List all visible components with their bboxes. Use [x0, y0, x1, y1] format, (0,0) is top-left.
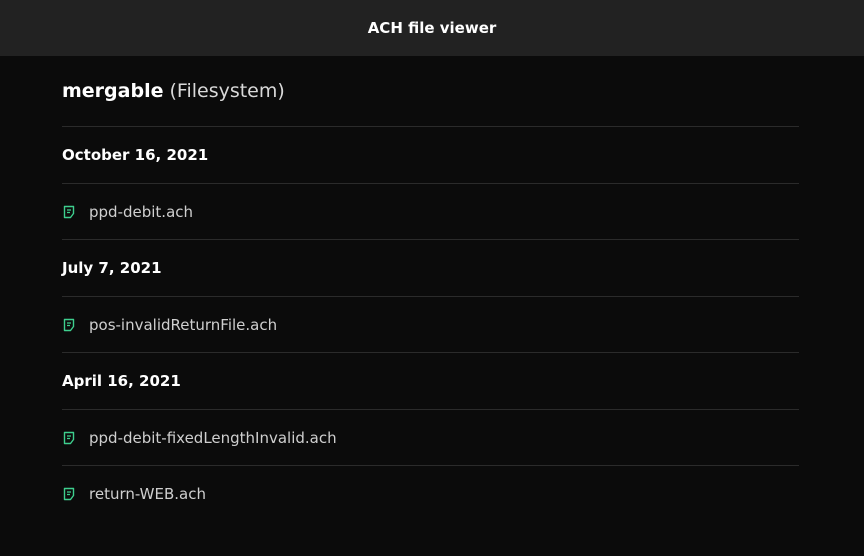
section-source: (Filesystem) — [169, 80, 285, 102]
app-header: ACH file viewer — [0, 0, 864, 56]
file-row[interactable]: pos-invalidReturnFile.ach — [62, 297, 799, 353]
date-label: October 16, 2021 — [62, 146, 209, 164]
file-name[interactable]: return-WEB.ach — [89, 485, 206, 503]
file-name[interactable]: pos-invalidReturnFile.ach — [89, 316, 277, 334]
file-row[interactable]: return-WEB.ach — [62, 466, 799, 521]
file-icon — [62, 431, 76, 445]
date-group-header: October 16, 2021 — [62, 127, 799, 184]
section-heading: mergable (Filesystem) — [62, 56, 799, 127]
file-icon — [62, 205, 76, 219]
file-row[interactable]: ppd-debit.ach — [62, 184, 799, 240]
date-label: July 7, 2021 — [62, 259, 162, 277]
date-group-header: April 16, 2021 — [62, 353, 799, 410]
file-name[interactable]: ppd-debit.ach — [89, 203, 193, 221]
file-icon — [62, 318, 76, 332]
app-title: ACH file viewer — [367, 19, 497, 37]
date-label: April 16, 2021 — [62, 372, 181, 390]
section-name: mergable — [62, 80, 164, 102]
file-name[interactable]: ppd-debit-fixedLengthInvalid.ach — [89, 429, 337, 447]
file-row[interactable]: ppd-debit-fixedLengthInvalid.ach — [62, 410, 799, 466]
file-icon — [62, 487, 76, 501]
date-group-header: July 7, 2021 — [62, 240, 799, 297]
file-list-container: mergable (Filesystem) October 16, 2021 p… — [62, 56, 799, 521]
